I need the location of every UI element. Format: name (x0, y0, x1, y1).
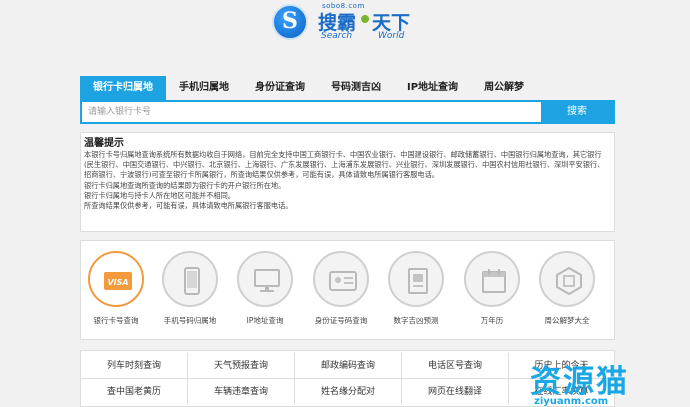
tool-label: 周公解梦大全 (544, 316, 590, 325)
tool-label: 身份证号码查询 (314, 316, 368, 325)
tips-title: 温馨提示 (84, 138, 124, 149)
tool-calendar[interactable]: 万年历 (455, 251, 529, 326)
tab-ip-address[interactable]: IP地址查询 (394, 76, 471, 100)
tool-grid: VISA 银行卡号查询 手机号码归属地 IP地址查询 身份证号码查询 数字吉凶预… (80, 240, 615, 340)
tool-label: 万年历 (480, 316, 504, 325)
tool-ip[interactable]: IP地址查询 (228, 251, 302, 326)
search-tabs: 银行卡归属地 手机归属地 身份证查询 号码测吉凶 IP地址查询 周公解梦 (80, 76, 615, 100)
link-web-translate[interactable]: 网页在线翻译 (402, 379, 509, 405)
visa-card-icon: VISA (104, 272, 132, 290)
link-area-code[interactable]: 电话区号查询 (402, 353, 509, 379)
logo-text-en-1: Search (321, 31, 353, 41)
tips-panel: 温馨提示 本银行卡号归属地查询系统所有数据均收自于网络，目前完全支持中国工商银行… (80, 132, 615, 232)
link-weather[interactable]: 天气预报查询 (188, 353, 295, 379)
tips-line: 银行卡归属地与持卡人所在地区可能并不相同。 (84, 190, 235, 200)
calendar-icon (482, 269, 506, 293)
tool-number-fortune[interactable]: 数字吉凶预测 (379, 251, 453, 326)
tool-label: 手机号码归属地 (163, 316, 217, 325)
search-bar: 搜索 (80, 100, 615, 124)
logo-text-en-2: World (378, 31, 405, 41)
tips-line: 所查询结果仅供参考，可能有误，具体请致电所属银行客服电话。 (84, 201, 293, 211)
link-almanac[interactable]: 查中国老黄历 (81, 379, 188, 405)
search-button[interactable]: 搜索 (541, 100, 613, 124)
watermark-text: 资源猫 (530, 364, 629, 400)
logo-dot-icon (361, 15, 369, 23)
tab-mobile[interactable]: 手机归属地 (166, 76, 242, 100)
tool-label: IP地址查询 (246, 316, 284, 325)
site-logo[interactable]: sobo8.com 搜霸 天下 Search World (272, 2, 422, 42)
tool-dream[interactable]: 周公解梦大全 (530, 251, 604, 326)
link-postal-code[interactable]: 邮政编码查询 (295, 353, 402, 379)
tool-label: 银行卡号查询 (93, 316, 139, 325)
tab-number-fortune[interactable]: 号码测吉凶 (318, 76, 394, 100)
link-vehicle-violation[interactable]: 车辆违章查询 (188, 379, 295, 405)
tips-line: 银行卡归属地查询所查询的结果即为银行卡的开户银行所在地。 (84, 180, 286, 190)
dream-seal-icon (556, 266, 582, 296)
book-icon (408, 268, 428, 294)
tab-dream[interactable]: 周公解梦 (471, 76, 537, 100)
tips-line: 本银行卡号归属地查询系统所有数据均收自于网络，目前完全支持中国工商银行卡、中国农… (84, 150, 605, 180)
mobile-phone-icon (184, 267, 200, 295)
watermark-domain: ziyuanm.com (534, 396, 609, 407)
tool-id-card[interactable]: 身份证号码查询 (304, 251, 378, 326)
link-train-schedule[interactable]: 列车时刻查询 (81, 353, 188, 379)
logo-s-icon (272, 4, 308, 40)
svg-text:VISA: VISA (107, 278, 128, 287)
id-card-icon (329, 271, 357, 291)
computer-monitor-icon (254, 269, 280, 292)
tab-bank-card[interactable]: 银行卡归属地 (80, 76, 166, 100)
tool-label: 数字吉凶预测 (393, 316, 439, 325)
watermark: 资源猫 ziyuanm.com (520, 356, 690, 407)
tool-mobile[interactable]: 手机号码归属地 (153, 251, 227, 326)
tool-bank-card[interactable]: VISA 银行卡号查询 (79, 251, 153, 326)
link-name-match[interactable]: 姓名缘分配对 (295, 379, 402, 405)
tab-id-card[interactable]: 身份证查询 (242, 76, 318, 100)
bank-card-input[interactable] (82, 102, 544, 122)
